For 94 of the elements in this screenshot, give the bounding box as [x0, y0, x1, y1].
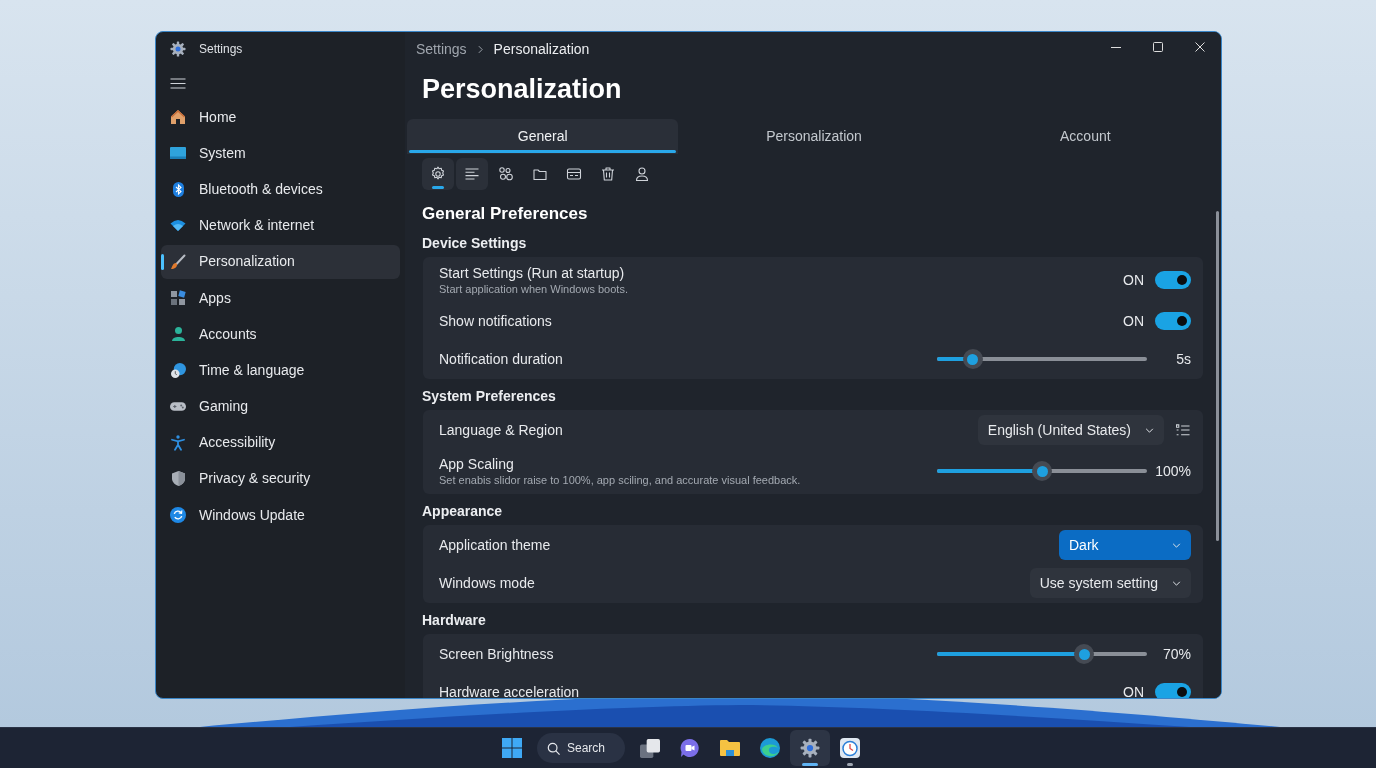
chevron-down-icon: [1172, 542, 1181, 548]
list-icon: [1176, 424, 1190, 436]
search-icon: [547, 742, 560, 755]
toggle-switch[interactable]: [1155, 271, 1191, 289]
setting-label: Screen Brightness: [439, 645, 554, 663]
slider-track[interactable]: [937, 349, 1147, 369]
toggle-state-label: ON: [1123, 682, 1144, 698]
dropdown[interactable]: Dark: [1059, 530, 1191, 560]
nav-item[interactable]: Bluetooth & devices: [161, 172, 400, 207]
circles-icon: [498, 165, 514, 182]
clock-icon: [840, 738, 860, 758]
gear-icon: [800, 738, 820, 758]
nav-item[interactable]: Network & internet: [161, 208, 400, 243]
section-title: General Preferences: [422, 203, 589, 225]
section-heading: Appearance: [422, 502, 504, 521]
setting-label: Notification duration: [439, 350, 563, 368]
home-icon: [170, 109, 186, 126]
card-icon: [566, 165, 582, 182]
nav-item[interactable]: Accounts: [161, 317, 400, 352]
slider-thumb[interactable]: [1032, 461, 1052, 481]
slider-track[interactable]: [937, 644, 1147, 664]
gear-icon: [170, 41, 186, 57]
person-icon: [171, 327, 185, 342]
nav-item[interactable]: Home: [161, 100, 400, 135]
setting-label: Start Settings (Run at startup): [439, 264, 626, 282]
slider-thumb[interactable]: [962, 349, 983, 369]
taskbar-app[interactable]: [790, 730, 830, 766]
four-squares-icon: [502, 738, 522, 758]
setting-label: Windows mode: [439, 574, 535, 592]
scrollbar[interactable]: [1216, 211, 1219, 541]
tab[interactable]: Account: [949, 119, 1221, 154]
slider-value: 70%: [1161, 644, 1191, 664]
globe-clock-icon: [170, 362, 186, 378]
section-heading: Hardware: [422, 611, 487, 630]
maximize-icon: [1153, 42, 1163, 52]
window-title: Settings: [199, 41, 243, 58]
breadcrumb-link[interactable]: Settings: [416, 38, 467, 60]
toggle-switch[interactable]: [1155, 683, 1191, 698]
setting-label: Show notifications: [439, 312, 552, 330]
folder-icon: [720, 740, 740, 756]
menu-icon: [170, 77, 186, 89]
dropdown[interactable]: English (United States): [977, 415, 1164, 445]
chevron-right-icon: [477, 44, 483, 54]
section-heading: System Preferences: [422, 387, 557, 406]
align-left-icon: [464, 165, 480, 182]
slider-value: 5s: [1175, 349, 1191, 369]
bluetooth-icon: [172, 181, 184, 197]
search-field[interactable]: Search: [537, 733, 625, 763]
minimize-icon: [1111, 46, 1121, 48]
sync-arrows-icon: [170, 507, 186, 524]
slider-thumb[interactable]: [1074, 644, 1094, 664]
monitor-icon: [170, 147, 186, 160]
breadcrumb-current: Personalization: [493, 39, 590, 59]
toolbar-button[interactable]: [422, 157, 454, 190]
setting-label: Language & Region: [439, 421, 563, 439]
browser-swirl-icon: [760, 738, 780, 758]
nav-item[interactable]: Privacy & security: [161, 461, 400, 497]
close-icon: [1195, 42, 1205, 52]
person-icon: [634, 165, 650, 182]
slider-value: 100%: [1154, 461, 1191, 481]
app-grid-icon: [170, 290, 186, 307]
gamepad-icon: [170, 402, 186, 412]
setting-label: Application theme: [439, 536, 551, 554]
nav-item[interactable]: Apps: [161, 280, 400, 316]
section-heading: Device Settings: [422, 234, 528, 253]
nav-item[interactable]: Accessibility: [161, 425, 400, 460]
toggle-state-label: ON: [1123, 270, 1144, 290]
setting-description: Set enabis slidor raise to 100%, app sciling, and accurate visual feedback.: [439, 473, 801, 487]
slider-track[interactable]: [937, 461, 1147, 481]
list-button[interactable]: [1175, 422, 1191, 438]
toggle-state-label: ON: [1123, 311, 1144, 331]
dropdown[interactable]: Use system setting: [1029, 568, 1191, 598]
nav-item[interactable]: Gaming: [161, 389, 400, 424]
page-title: Personalization: [421, 73, 623, 106]
nav-item[interactable]: Windows Update: [161, 498, 400, 533]
toggle-switch[interactable]: [1155, 312, 1191, 330]
tab[interactable]: General: [407, 119, 679, 154]
wifi-icon: [170, 220, 186, 232]
setting-description: Start application when Windows boots.: [439, 282, 628, 296]
overlapping-squares-icon: [640, 738, 660, 758]
video-chat-icon: [680, 738, 700, 758]
nav-item[interactable]: Personalization: [161, 244, 400, 279]
chevron-down-icon: [1145, 427, 1154, 433]
gear-icon: [430, 165, 446, 182]
nav-item[interactable]: Time & language: [161, 353, 400, 388]
nav-item[interactable]: System: [161, 136, 400, 171]
trash-icon: [600, 165, 616, 182]
chevron-down-icon: [1172, 580, 1181, 586]
paintbrush-icon: [170, 253, 186, 270]
accessibility-icon: [171, 434, 185, 451]
shield-icon: [171, 471, 185, 487]
tab[interactable]: Personalization: [678, 119, 950, 154]
setting-label: Hardware acceleration: [439, 683, 580, 698]
setting-label: App Scaling: [439, 455, 515, 473]
